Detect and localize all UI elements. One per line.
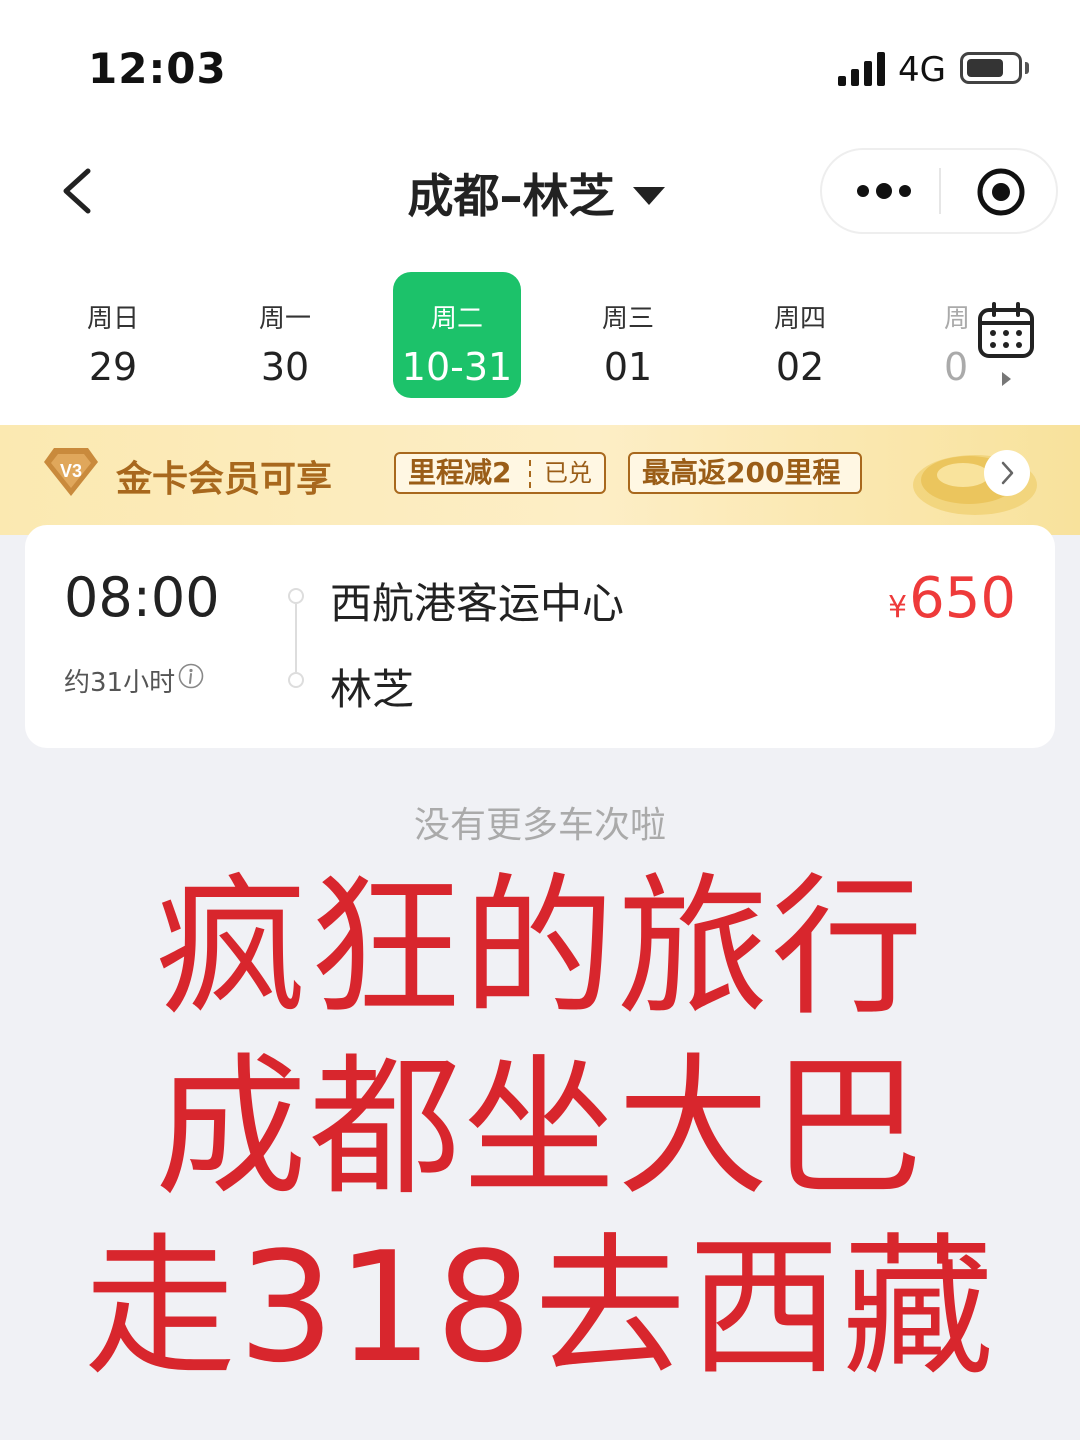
status-time: 12:03	[88, 44, 227, 93]
vip-badge-icon: V3	[44, 448, 98, 496]
network-type: 4G	[898, 50, 946, 90]
overlay-caption-line1: 疯狂的旅行	[155, 859, 925, 1036]
arrival-station: 林芝	[330, 665, 415, 714]
redeemed-label: 已兑	[544, 459, 592, 487]
date-weekday: 周一	[258, 304, 311, 334]
date-item-sun[interactable]: 周日 29	[49, 272, 177, 398]
target-icon[interactable]	[976, 167, 1026, 217]
chevron-right-icon	[1001, 461, 1014, 485]
mileage-discount-label: 里程减2	[408, 456, 512, 489]
date-item-mon[interactable]: 周一 30	[221, 272, 349, 398]
date-day: 02	[775, 345, 825, 389]
date-weekday: 周四	[773, 304, 826, 334]
overlay-caption-line3: 走318去西藏	[83, 1219, 997, 1396]
price-amount: 650	[909, 566, 1016, 631]
date-item-thu[interactable]: 周四 02	[736, 272, 864, 398]
banner-arrow-button[interactable]	[984, 450, 1030, 496]
dropdown-caret-icon	[632, 186, 665, 205]
departure-time: 08:00	[64, 566, 220, 629]
member-banner-text: 金卡会员可享	[116, 459, 333, 500]
signal-icon	[838, 52, 885, 86]
battery-icon	[960, 52, 1022, 84]
currency-symbol: ¥	[888, 590, 908, 625]
route-line-icon	[288, 588, 304, 688]
date-item-tue-selected[interactable]: 周二 10-31	[393, 272, 521, 398]
battery-level	[967, 59, 1003, 77]
trip-duration: 约31小时	[64, 668, 176, 698]
mileage-discount-tag: 里程减2 已兑	[394, 452, 606, 494]
ticket-price: ¥650	[888, 566, 1016, 631]
mileage-return-tag: 最高返200里程	[628, 452, 862, 494]
calendar-icon[interactable]	[976, 302, 1036, 362]
calendar-arrow-icon	[1002, 372, 1011, 386]
departure-station: 西航港客运中心	[330, 579, 625, 628]
date-item-wed[interactable]: 周三 01	[564, 272, 692, 398]
date-day: 30	[260, 345, 310, 389]
date-weekday: 周二	[430, 304, 483, 334]
more-icon[interactable]	[856, 183, 912, 199]
vip-badge-label: V3	[60, 461, 82, 481]
capsule-divider	[939, 168, 941, 214]
ticket-card[interactable]	[25, 525, 1055, 748]
date-day: 01	[603, 345, 653, 389]
date-weekday: 周日	[86, 304, 139, 334]
no-more-results: 没有更多车次啦	[413, 805, 666, 846]
info-icon[interactable]	[178, 663, 204, 689]
date-weekday: 周三	[601, 304, 654, 334]
date-day: 10-31	[401, 345, 513, 389]
overlay-caption-line2: 成都坐大巴	[155, 1039, 925, 1216]
route-title-text: 成都–林芝	[407, 169, 615, 223]
battery-tip	[1025, 62, 1029, 74]
date-day: 29	[88, 345, 138, 389]
tag-divider	[529, 460, 531, 488]
